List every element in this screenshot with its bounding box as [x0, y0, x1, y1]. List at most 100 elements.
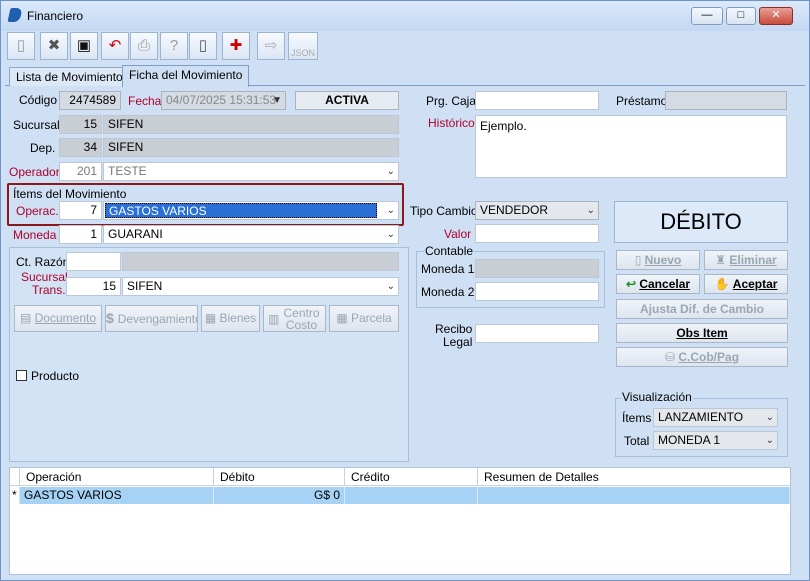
document-icon[interactable]: ▯ — [189, 32, 217, 60]
moneda2-label: Moneda 2 — [421, 285, 475, 299]
bienes-button[interactable]: ▦ Bienes — [201, 305, 260, 332]
aceptar-button[interactable]: ✋ Aceptar — [704, 274, 788, 294]
chevron-down-icon: ⌄ — [386, 166, 395, 177]
tipo-cambio-value: VENDEDOR — [480, 203, 549, 217]
chevron-down-icon: ⌄ — [386, 281, 395, 292]
fecha-field[interactable]: 04/07/2025 15:31:53 ▼ — [161, 91, 286, 110]
cell-credito[interactable] — [345, 487, 478, 504]
close-button[interactable]: ✕ — [759, 7, 793, 25]
moneda1-field — [475, 259, 599, 278]
cell-resumen[interactable] — [478, 487, 790, 504]
sucursal-trans-code[interactable]: 15 — [66, 277, 121, 296]
prestamo-label: Préstamo — [616, 94, 668, 108]
valor-field[interactable] — [475, 224, 599, 243]
undo-icon[interactable]: ↶ — [101, 32, 129, 60]
sucursal-trans-select[interactable]: SIFEN ⌄ — [122, 277, 399, 296]
status-badge: ACTIVA — [295, 91, 399, 110]
historico-label: Histórico — [428, 116, 475, 130]
recibo-field[interactable] — [475, 324, 599, 343]
json-label: JSON — [290, 48, 315, 58]
help-icon[interactable]: ? — [160, 32, 188, 60]
back-arrow-icon: ↩ — [625, 277, 640, 291]
tab-ficha-del-movimiento[interactable]: Ficha del Movimiento — [122, 65, 250, 87]
moneda-code[interactable]: 1 — [59, 225, 102, 244]
ctrazon-name — [122, 252, 399, 271]
ajusta-dif-cambio-button[interactable]: Ajusta Dif. de Cambio — [616, 299, 788, 319]
moneda-select[interactable]: GUARANI ⌄ — [103, 225, 399, 244]
eliminar-button[interactable]: ♜ Eliminar — [704, 250, 788, 270]
bienes-icon: ▦ — [204, 311, 220, 325]
items-group-label: Ítems del Movimiento — [13, 187, 127, 201]
column-header-resumen[interactable]: Resumen de Detalles — [478, 468, 790, 486]
dep-label: Dep. — [30, 141, 56, 155]
producto-checkbox[interactable] — [16, 370, 27, 381]
column-header-credito[interactable]: Crédito — [345, 468, 478, 486]
operac-code[interactable]: 7 — [59, 201, 102, 220]
ctrazon-label: Ct. Razón — [16, 255, 70, 269]
operador-code: 201 — [59, 162, 102, 181]
trash-icon: ♜ — [715, 253, 730, 267]
cell-operacion[interactable]: GASTOS VARIOS — [20, 487, 214, 504]
moneda2-field[interactable] — [475, 282, 599, 301]
export-icon[interactable]: ⇨ — [257, 32, 285, 60]
app-icon — [7, 8, 23, 22]
delete-icon[interactable]: ✚ — [222, 32, 250, 60]
parcela-button[interactable]: ▦ Parcela — [329, 305, 399, 332]
title-bar: Financiero — □ ✕ — [1, 1, 809, 31]
cell-debito[interactable]: G$ 0 — [214, 487, 345, 504]
ctrazon-field[interactable] — [66, 252, 121, 271]
operador-label: Operador — [9, 165, 60, 179]
items-label: Ítems — [622, 411, 652, 425]
save-icon[interactable]: ▣ — [70, 32, 98, 60]
items-select[interactable]: LANZAMIENTO ⌄ — [653, 408, 778, 427]
column-header-marker — [10, 468, 20, 486]
total-label: Total — [624, 434, 650, 448]
moneda-name: GUARANI — [108, 227, 163, 241]
operador-name: TESTE — [108, 164, 147, 178]
devengamiento-button[interactable]: $ Devengamiento — [105, 305, 198, 332]
operador-select[interactable]: TESTE ⌄ — [103, 162, 399, 181]
prg-caja-label: Prg. Caja — [426, 94, 477, 108]
calendar-icon: ▦ — [336, 311, 351, 325]
movement-grid: Operación Débito Crédito Resumen de Deta… — [9, 467, 791, 575]
column-header-operacion[interactable]: Operación — [20, 468, 214, 486]
dep-code: 34 — [59, 138, 102, 157]
tab-lista-de-movimientos[interactable]: Lista de Movimientos — [9, 67, 136, 86]
historico-field[interactable]: Ejemplo. — [475, 115, 787, 178]
obs-item-button[interactable]: Obs Item — [616, 323, 788, 343]
recibo-label-1: Recibo — [435, 322, 473, 336]
cancelar-button[interactable]: ↩ Cancelar — [616, 274, 700, 294]
new-icon[interactable]: ▯ — [7, 32, 35, 60]
prg-caja-field[interactable] — [475, 91, 599, 110]
recibo-label-2: Legal — [443, 335, 473, 349]
operac-select[interactable]: GASTOS VARIOS ⌄ — [103, 201, 399, 220]
items-value: LANZAMIENTO — [658, 410, 744, 424]
centro-costo-button[interactable]: ▥ Centro Costo — [263, 305, 326, 332]
dollar-icon: $ — [106, 310, 118, 326]
debito-title: DÉBITO — [614, 201, 788, 243]
column-header-debito[interactable]: Débito — [214, 468, 345, 486]
nuevo-button[interactable]: ▯ Nuevo — [616, 250, 700, 270]
cancel-icon[interactable]: ✖ — [40, 32, 68, 60]
total-value: MONEDA 1 — [658, 433, 721, 447]
codigo-field: 2474589 — [59, 91, 121, 110]
valor-label: Valor — [444, 227, 472, 241]
minimize-button[interactable]: — — [691, 7, 723, 25]
fecha-label: Fecha — [128, 94, 162, 108]
maximize-button[interactable]: □ — [726, 7, 756, 25]
chevron-down-icon: ⌄ — [765, 412, 774, 423]
chevron-down-icon: ⌄ — [386, 205, 395, 216]
dep-name: SIFEN — [103, 138, 399, 157]
ccob-pag-button[interactable]: ⛁ C.Cob/Pag — [616, 347, 788, 367]
documento-button[interactable]: ▤ Documento — [14, 305, 102, 332]
json-icon[interactable]: JSON — [288, 32, 318, 60]
total-select[interactable]: MONEDA 1 ⌄ — [653, 431, 778, 450]
print-icon[interactable]: ⎙ — [130, 32, 158, 60]
tipo-cambio-select[interactable]: VENDEDOR ⌄ — [475, 201, 599, 220]
codigo-label: Código — [19, 93, 58, 107]
prestamo-field — [665, 91, 787, 110]
money-icon: ⛁ — [664, 350, 679, 364]
chevron-down-icon: ⌄ — [765, 435, 774, 446]
window-title: Financiero — [27, 9, 84, 23]
visualizacion-label: Visualización — [621, 390, 693, 404]
